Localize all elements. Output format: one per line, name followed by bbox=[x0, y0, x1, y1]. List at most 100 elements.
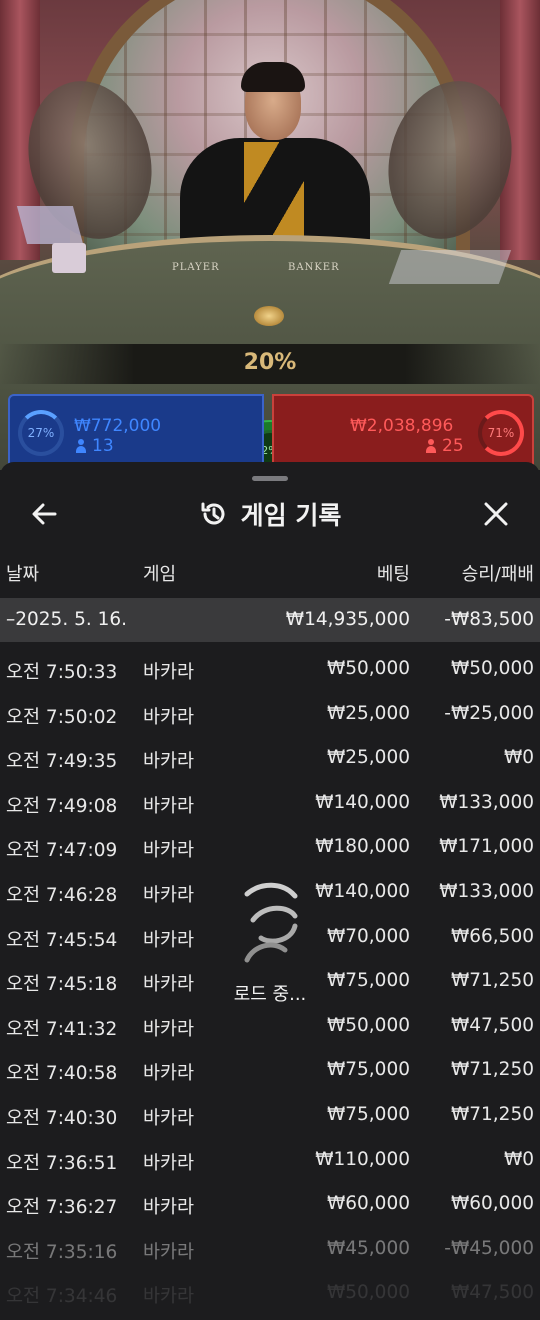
row-time: 오전 7:49:08 bbox=[6, 795, 118, 817]
row-win: ₩71,250 bbox=[450, 1103, 534, 1125]
history-row[interactable]: 오전 7:49:08 바카라 ₩140,000 ₩133,000 bbox=[0, 780, 540, 825]
drag-handle[interactable] bbox=[252, 476, 288, 481]
card-shoe bbox=[388, 250, 512, 284]
row-bet: ₩70,000 bbox=[326, 925, 410, 947]
history-row[interactable]: 오전 7:40:58 바카라 ₩75,000 ₩71,250 bbox=[0, 1047, 540, 1092]
banker-percent-ring: 71% bbox=[478, 410, 524, 456]
row-win: ₩66,500 bbox=[450, 925, 534, 947]
loading-indicator: 로드 중... bbox=[225, 880, 315, 1006]
history-row[interactable]: 오전 7:36:27 바카라 ₩60,000 ₩60,000 bbox=[0, 1181, 540, 1226]
row-game: 바카라 bbox=[143, 974, 195, 996]
history-row[interactable]: 오전 7:34:46 바카라 ₩50,000 ₩47,500 bbox=[0, 1270, 540, 1315]
header-date: 날짜 bbox=[6, 564, 40, 585]
row-bet: ₩75,000 bbox=[326, 1103, 410, 1125]
chip bbox=[254, 306, 284, 326]
close-button[interactable] bbox=[476, 494, 516, 534]
row-time: 오전 7:45:18 bbox=[6, 974, 118, 996]
row-bet: ₩25,000 bbox=[326, 747, 410, 769]
person-icon bbox=[426, 439, 436, 453]
row-game: 바카라 bbox=[143, 1107, 195, 1129]
row-win: ₩47,500 bbox=[450, 1014, 534, 1036]
header-bet: 베팅 bbox=[376, 564, 410, 585]
row-time: 오전 7:45:54 bbox=[6, 929, 118, 951]
row-win: ₩71,250 bbox=[450, 970, 534, 992]
row-bet: ₩75,000 bbox=[326, 970, 410, 992]
row-game: 바카라 bbox=[143, 662, 195, 683]
row-win: ₩133,000 bbox=[439, 791, 534, 813]
history-row[interactable]: 오전 7:50:02 바카라 ₩25,000 -₩25,000 bbox=[0, 691, 540, 736]
history-row[interactable]: 오전 7:50:33 바카라 ₩50,000 ₩50,000 bbox=[0, 646, 540, 691]
row-time: 오전 7:49:35 bbox=[6, 751, 118, 773]
day-date: –2025. 5. 16. bbox=[6, 609, 128, 630]
dealer-hair bbox=[241, 62, 305, 92]
row-bet: ₩25,000 bbox=[326, 702, 410, 724]
history-clock-icon bbox=[201, 502, 225, 525]
player-percent-ring: 27% bbox=[18, 410, 64, 456]
row-bet: ₩110,000 bbox=[315, 1148, 410, 1170]
day-bet-total: ₩14,935,000 bbox=[285, 609, 410, 630]
row-game: 바카라 bbox=[143, 840, 195, 862]
loading-text: 로드 중... bbox=[233, 984, 307, 1005]
history-row[interactable]: 오전 7:47:09 바카라 ₩180,000 ₩171,000 bbox=[0, 824, 540, 869]
row-win: ₩47,500 bbox=[450, 1282, 534, 1304]
row-game: 바카라 bbox=[143, 1018, 195, 1040]
row-time: 오전 7:47:09 bbox=[6, 840, 118, 862]
dealer-lapel bbox=[244, 142, 304, 242]
header-game: 게임 bbox=[143, 564, 177, 585]
history-row[interactable]: 오전 7:40:30 바카라 ₩75,000 ₩71,250 bbox=[0, 1092, 540, 1137]
row-time: 오전 7:46:28 bbox=[6, 884, 118, 906]
row-time: 오전 7:36:27 bbox=[6, 1197, 118, 1219]
row-time: 오전 7:36:51 bbox=[6, 1152, 118, 1174]
row-game: 바카라 bbox=[143, 1152, 195, 1174]
row-bet: ₩50,000 bbox=[326, 658, 410, 679]
close-icon bbox=[484, 502, 508, 526]
history-row[interactable]: 오전 7:41:32 바카라 ₩50,000 ₩47,500 bbox=[0, 1003, 540, 1048]
sheet-header: 게임 기록 bbox=[0, 494, 540, 534]
row-game: 바카라 bbox=[143, 795, 195, 817]
banker-bet-amount: ₩2,038,896 bbox=[350, 416, 454, 436]
player-bettor-count: 13 bbox=[76, 436, 114, 456]
row-time: 오전 7:50:33 bbox=[6, 662, 118, 683]
row-time: 오전 7:40:30 bbox=[6, 1107, 118, 1129]
banker-bettor-count: 25 bbox=[426, 436, 464, 456]
day-summary-row[interactable]: –2025. 5. 16. ₩14,935,000 -₩83,500 bbox=[0, 598, 540, 642]
row-win: ₩171,000 bbox=[439, 836, 534, 858]
table-label-player: PLAYER bbox=[172, 262, 220, 273]
row-game: 바카라 bbox=[143, 751, 195, 773]
row-game: 바카라 bbox=[143, 929, 195, 951]
header-win-loss: 승리/패배 bbox=[461, 564, 534, 585]
day-win-total: -₩83,500 bbox=[444, 609, 534, 630]
history-row[interactable]: 오전 7:35:16 바카라 ₩45,000 -₩45,000 bbox=[0, 1226, 540, 1271]
row-time: 오전 7:50:02 bbox=[6, 706, 118, 728]
player-bet-panel[interactable]: 27% ₩772,000 13 bbox=[8, 394, 264, 470]
row-win: ₩133,000 bbox=[439, 880, 534, 902]
row-time: 오전 7:41:32 bbox=[6, 1018, 118, 1040]
table-label-banker: BANKER bbox=[288, 262, 340, 273]
row-game: 바카라 bbox=[143, 1197, 195, 1219]
row-bet: ₩140,000 bbox=[315, 880, 410, 902]
row-win: ₩0 bbox=[503, 1148, 534, 1170]
table-header: 날짜 게임 베팅 승리/패배 bbox=[0, 560, 540, 590]
row-bet: ₩45,000 bbox=[326, 1237, 410, 1259]
row-game: 바카라 bbox=[143, 1286, 195, 1308]
row-game: 바카라 bbox=[143, 706, 195, 728]
spinner-icon bbox=[244, 882, 298, 963]
person-icon bbox=[76, 439, 86, 453]
row-win: ₩60,000 bbox=[450, 1193, 534, 1215]
row-time: 오전 7:35:16 bbox=[6, 1241, 118, 1263]
row-bet: ₩50,000 bbox=[326, 1282, 410, 1304]
history-row[interactable]: 오전 7:36:51 바카라 ₩110,000 ₩0 bbox=[0, 1137, 540, 1182]
discard-tray bbox=[16, 206, 84, 244]
row-bet: ₩75,000 bbox=[326, 1059, 410, 1081]
player-bet-amount: ₩772,000 bbox=[74, 416, 162, 436]
live-video: PLAYER BANKER 20% 2% 27% ₩772,000 13 ₩2,… bbox=[0, 0, 540, 470]
row-bet: ₩60,000 bbox=[326, 1193, 410, 1215]
card-stack bbox=[52, 243, 86, 273]
row-bet: ₩50,000 bbox=[326, 1014, 410, 1036]
row-time: 오전 7:34:46 bbox=[6, 1286, 118, 1308]
row-win: ₩0 bbox=[503, 747, 534, 769]
game-history-sheet: 게임 기록 날짜 게임 베팅 승리/패배 –2025. 5. 16. ₩14,9… bbox=[0, 462, 540, 1320]
history-row[interactable]: 오전 7:49:35 바카라 ₩25,000 ₩0 bbox=[0, 735, 540, 780]
banker-bet-panel[interactable]: ₩2,038,896 25 71% bbox=[272, 394, 534, 470]
row-game: 바카라 bbox=[143, 884, 195, 906]
